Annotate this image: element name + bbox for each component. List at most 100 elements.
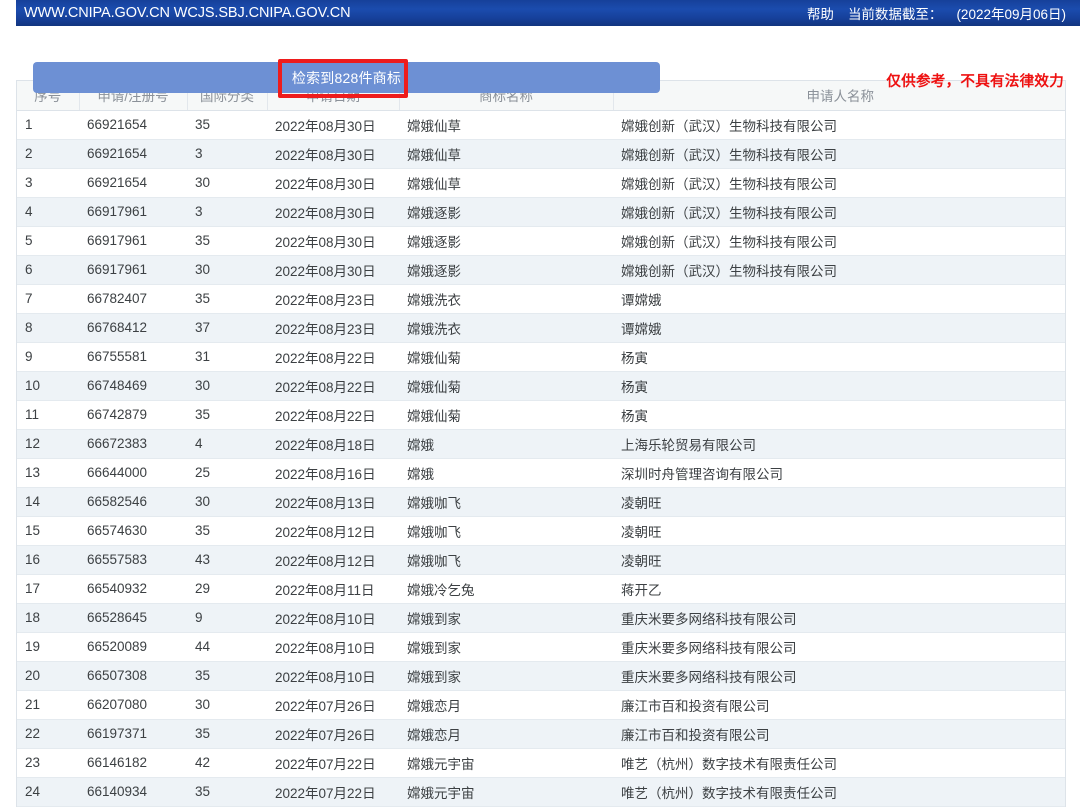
cell-registration-number[interactable]: 66748469	[79, 371, 187, 401]
cell-trademark-name[interactable]: 嫦娥仙菊	[399, 371, 613, 401]
cell-sequence-number: 11	[17, 400, 79, 430]
table-row[interactable]: 10 66748469 30 2022年08月22日 嫦娥仙菊 杨寅	[17, 371, 1065, 401]
cell-application-date: 2022年08月30日	[267, 226, 399, 256]
table-row[interactable]: 14 66582546 30 2022年08月13日 嫦娥咖飞 凌朝旺	[17, 487, 1065, 517]
cell-applicant-name: 重庆米要多网络科技有限公司	[613, 603, 1065, 633]
table-row[interactable]: 9 66755581 31 2022年08月22日 嫦娥仙菊 杨寅	[17, 342, 1065, 372]
cell-applicant-name: 嫦娥创新（武汉）生物科技有限公司	[613, 226, 1065, 256]
cell-trademark-name[interactable]: 嫦娥仙草	[399, 110, 613, 140]
cell-registration-number[interactable]: 66644000	[79, 458, 187, 488]
cell-trademark-name[interactable]: 嫦娥咖飞	[399, 516, 613, 546]
table-row[interactable]: 8 66768412 37 2022年08月23日 嫦娥洗衣 谭嫦娥	[17, 313, 1065, 343]
table-row[interactable]: 1 66921654 35 2022年08月30日 嫦娥仙草 嫦娥创新（武汉）生物科技有限…	[17, 110, 1065, 140]
cell-trademark-name[interactable]: 嫦娥仙草	[399, 139, 613, 169]
cell-trademark-name[interactable]: 嫦娥咖飞	[399, 487, 613, 517]
cell-trademark-name[interactable]: 嫦娥逐影	[399, 255, 613, 285]
cell-registration-number[interactable]: 66672383	[79, 429, 187, 459]
table-row[interactable]: 2 66921654 3 2022年08月30日 嫦娥仙草 嫦娥创新（武汉）生物科技有限公…	[17, 139, 1065, 169]
cell-registration-number[interactable]: 66768412	[79, 313, 187, 343]
cell-application-date: 2022年07月26日	[267, 690, 399, 720]
cell-applicant-name: 唯艺（杭州）数字技术有限责任公司	[613, 777, 1065, 807]
cell-sequence-number: 14	[17, 487, 79, 517]
cell-international-class: 30	[187, 255, 267, 285]
cell-trademark-name[interactable]: 嫦娥到家	[399, 632, 613, 662]
cell-registration-number[interactable]: 66574630	[79, 516, 187, 546]
table-row[interactable]: 11 66742879 35 2022年08月22日 嫦娥仙菊 杨寅	[17, 400, 1065, 430]
cell-registration-number[interactable]: 66782407	[79, 284, 187, 314]
cell-registration-number[interactable]: 66917961	[79, 255, 187, 285]
cell-application-date: 2022年08月30日	[267, 168, 399, 198]
cell-applicant-name: 嫦娥创新（武汉）生物科技有限公司	[613, 139, 1065, 169]
cell-trademark-name[interactable]: 嫦娥咖飞	[399, 545, 613, 575]
help-link[interactable]: 帮助	[807, 3, 834, 23]
table-row[interactable]: 22 66197371 35 2022年07月26日 嫦娥恋月 廉江市百和投资有限公司	[17, 719, 1065, 749]
cell-registration-number[interactable]: 66146182	[79, 748, 187, 778]
cell-trademark-name[interactable]: 嫦娥到家	[399, 603, 613, 633]
cell-registration-number[interactable]: 66540932	[79, 574, 187, 604]
cell-registration-number[interactable]: 66520089	[79, 632, 187, 662]
table-row[interactable]: 7 66782407 35 2022年08月23日 嫦娥洗衣 谭嫦娥	[17, 284, 1065, 314]
table-row[interactable]: 5 66917961 35 2022年08月30日 嫦娥逐影 嫦娥创新（武汉）生物科技有限…	[17, 226, 1065, 256]
cell-registration-number[interactable]: 66921654	[79, 139, 187, 169]
cell-trademark-name[interactable]: 嫦娥元宇宙	[399, 777, 613, 807]
cell-trademark-name[interactable]: 嫦娥冷乞兔	[399, 574, 613, 604]
cell-application-date: 2022年08月11日	[267, 574, 399, 604]
cell-trademark-name[interactable]: 嫦娥仙草	[399, 168, 613, 198]
cell-sequence-number: 3	[17, 168, 79, 198]
cell-trademark-name[interactable]: 嫦娥	[399, 458, 613, 488]
table-row[interactable]: 3 66921654 30 2022年08月30日 嫦娥仙草 嫦娥创新（武汉）生物科技有限…	[17, 168, 1065, 198]
cell-trademark-name[interactable]: 嫦娥洗衣	[399, 313, 613, 343]
table-row[interactable]: 21 66207080 30 2022年07月26日 嫦娥恋月 廉江市百和投资有限公司	[17, 690, 1065, 720]
cell-applicant-name: 嫦娥创新（武汉）生物科技有限公司	[613, 197, 1065, 227]
table-row[interactable]: 24 66140934 35 2022年07月22日 嫦娥元宇宙 唯艺（杭州）数字技术有限…	[17, 777, 1065, 807]
table-row[interactable]: 20 66507308 35 2022年08月10日 嫦娥到家 重庆米要多网络科技有限公司	[17, 661, 1065, 691]
cell-registration-number[interactable]: 66755581	[79, 342, 187, 372]
table-row[interactable]: 19 66520089 44 2022年08月10日 嫦娥到家 重庆米要多网络科技有限公司	[17, 632, 1065, 662]
cell-application-date: 2022年07月26日	[267, 719, 399, 749]
cell-trademark-name[interactable]: 嫦娥到家	[399, 661, 613, 691]
cell-registration-number[interactable]: 66140934	[79, 777, 187, 807]
cell-registration-number[interactable]: 66197371	[79, 719, 187, 749]
table-row[interactable]: 6 66917961 30 2022年08月30日 嫦娥逐影 嫦娥创新（武汉）生物科技有限…	[17, 255, 1065, 285]
cell-registration-number[interactable]: 66921654	[79, 110, 187, 140]
cell-trademark-name[interactable]: 嫦娥元宇宙	[399, 748, 613, 778]
cell-trademark-name[interactable]: 嫦娥恋月	[399, 719, 613, 749]
cell-applicant-name: 谭嫦娥	[613, 284, 1065, 314]
table-row[interactable]: 17 66540932 29 2022年08月11日 嫦娥冷乞兔 蒋开乙	[17, 574, 1065, 604]
cell-trademark-name[interactable]: 嫦娥	[399, 429, 613, 459]
results-table-container: 序号 申请/注册号 国际分类 申请日期 商标名称 申请人名称 1 66921654…	[16, 80, 1066, 807]
cell-registration-number[interactable]: 66582546	[79, 487, 187, 517]
cell-registration-number[interactable]: 66507308	[79, 661, 187, 691]
cell-registration-number[interactable]: 66917961	[79, 226, 187, 256]
cell-trademark-name[interactable]: 嫦娥洗衣	[399, 284, 613, 314]
cell-registration-number[interactable]: 66742879	[79, 400, 187, 430]
cell-sequence-number: 22	[17, 719, 79, 749]
table-row[interactable]: 15 66574630 35 2022年08月12日 嫦娥咖飞 凌朝旺	[17, 516, 1065, 546]
cell-sequence-number: 5	[17, 226, 79, 256]
cell-trademark-name[interactable]: 嫦娥仙菊	[399, 342, 613, 372]
cell-trademark-name[interactable]: 嫦娥仙菊	[399, 400, 613, 430]
cell-trademark-name[interactable]: 嫦娥恋月	[399, 690, 613, 720]
cell-international-class: 42	[187, 748, 267, 778]
table-row[interactable]: 18 66528645 9 2022年08月10日 嫦娥到家 重庆米要多网络科技有限公司	[17, 603, 1065, 633]
cell-trademark-name[interactable]: 嫦娥逐影	[399, 226, 613, 256]
cell-application-date: 2022年08月22日	[267, 371, 399, 401]
cell-registration-number[interactable]: 66557583	[79, 545, 187, 575]
cell-sequence-number: 24	[17, 777, 79, 807]
table-row[interactable]: 23 66146182 42 2022年07月22日 嫦娥元宇宙 唯艺（杭州）数字技术有限…	[17, 748, 1065, 778]
cell-registration-number[interactable]: 66528645	[79, 603, 187, 633]
table-row[interactable]: 4 66917961 3 2022年08月30日 嫦娥逐影 嫦娥创新（武汉）生物科技有限公…	[17, 197, 1065, 227]
table-row[interactable]: 12 66672383 4 2022年08月18日 嫦娥 上海乐轮贸易有限公司	[17, 429, 1065, 459]
cell-trademark-name[interactable]: 嫦娥逐影	[399, 197, 613, 227]
cell-registration-number[interactable]: 66207080	[79, 690, 187, 720]
result-count-banner[interactable]: 检索到828件商标	[33, 62, 660, 93]
top-title-bar: WWW.CNIPA.GOV.CN WCJS.SBJ.CNIPA.GOV.CN 帮…	[16, 0, 1080, 26]
cell-international-class: 3	[187, 197, 267, 227]
table-row[interactable]: 13 66644000 25 2022年08月16日 嫦娥 深圳时舟管理咨询有限公司	[17, 458, 1065, 488]
table-row[interactable]: 16 66557583 43 2022年08月12日 嫦娥咖飞 凌朝旺	[17, 545, 1065, 575]
cell-application-date: 2022年08月10日	[267, 661, 399, 691]
cell-applicant-name: 重庆米要多网络科技有限公司	[613, 661, 1065, 691]
cell-registration-number[interactable]: 66917961	[79, 197, 187, 227]
cell-registration-number[interactable]: 66921654	[79, 168, 187, 198]
cell-application-date: 2022年08月30日	[267, 110, 399, 140]
